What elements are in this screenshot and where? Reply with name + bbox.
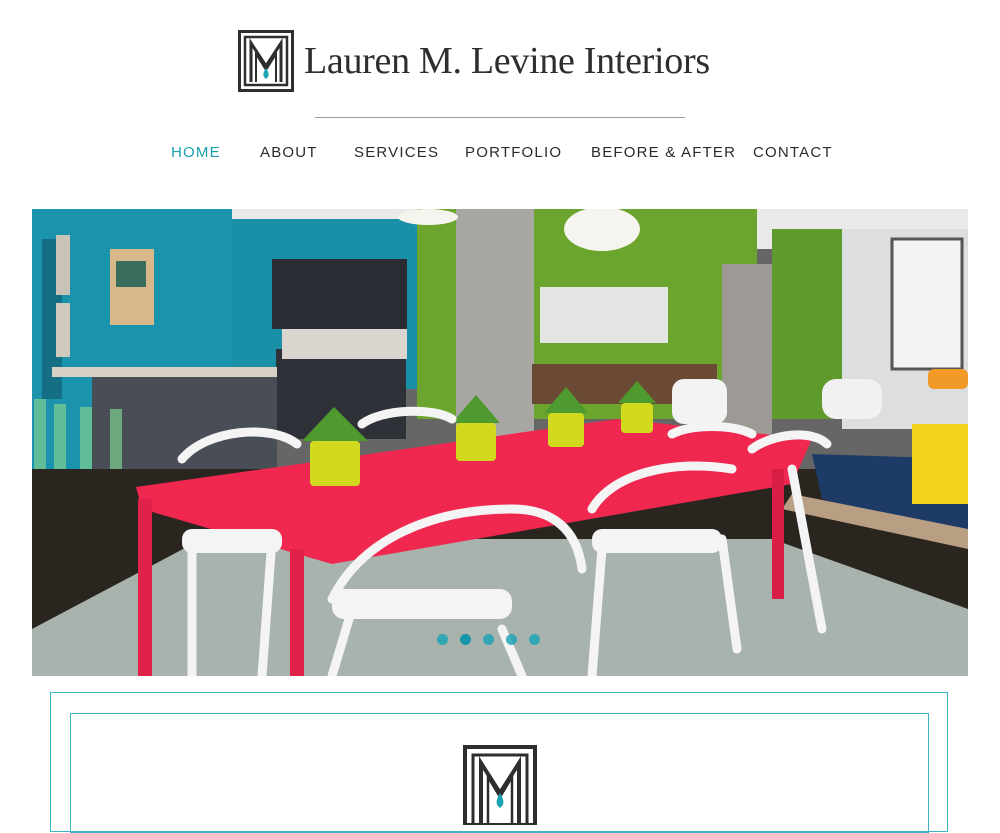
logo-icon[interactable] <box>238 30 294 92</box>
brand-name[interactable]: Lauren M. Levine Interiors <box>304 36 710 86</box>
panel-logo-icon <box>463 745 537 825</box>
nav-item-home[interactable]: HOME <box>171 144 221 161</box>
nav-item-before-after[interactable]: BEFORE & AFTER <box>591 144 736 161</box>
slider-dot-5[interactable] <box>529 634 540 645</box>
nav-item-services[interactable]: SERVICES <box>354 144 439 161</box>
header-divider <box>315 117 685 118</box>
slider-dot-1[interactable] <box>437 634 448 645</box>
hero-interior-illustration <box>32 209 968 676</box>
slider-dot-4[interactable] <box>506 634 517 645</box>
nav-item-about[interactable]: ABOUT <box>260 144 318 161</box>
slider-dot-3[interactable] <box>483 634 494 645</box>
nav-item-contact[interactable]: CONTACT <box>753 144 833 161</box>
nav-item-portfolio[interactable]: PORTFOLIO <box>465 144 562 161</box>
slider-dot-2[interactable] <box>460 634 471 645</box>
hero-slideshow-image[interactable] <box>32 209 968 676</box>
site-header: Lauren M. Levine Interiors HOME ABOUT SE… <box>0 0 1000 200</box>
main-nav: HOME ABOUT SERVICES PORTFOLIO BEFORE & A… <box>0 140 1000 168</box>
